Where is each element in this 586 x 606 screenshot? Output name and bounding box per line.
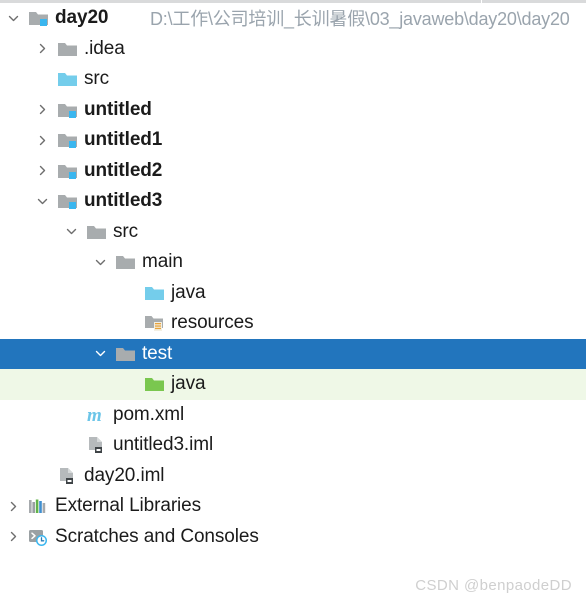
iml-file-icon bbox=[86, 435, 108, 455]
tree-label-src-untitled3: src bbox=[113, 220, 139, 242]
chevron-right-icon[interactable] bbox=[5, 529, 21, 545]
tree-label-pom: pom.xml bbox=[113, 403, 185, 425]
csdn-watermark: CSDN @benpaodeDD bbox=[415, 577, 572, 594]
tree-row-untitled3[interactable]: untitled3 bbox=[0, 186, 586, 217]
chevron-down-icon[interactable] bbox=[5, 10, 21, 26]
folder-source-blue-icon bbox=[57, 69, 79, 89]
tree-label-main-java: java bbox=[171, 281, 206, 303]
module-folder-icon bbox=[57, 130, 79, 150]
tree-row-resources[interactable]: resources bbox=[0, 308, 586, 339]
chevron-right-icon[interactable] bbox=[34, 132, 50, 148]
project-path-label: D:\工作\公司培训_长训暑假\03_javaweb\day20\day20 bbox=[150, 9, 570, 30]
tree-row-untitled2[interactable]: untitled2 bbox=[0, 156, 586, 187]
tree-label-day20-iml: day20.iml bbox=[84, 464, 165, 486]
tree-row-idea[interactable]: .idea bbox=[0, 34, 586, 65]
chevron-down-icon[interactable] bbox=[92, 346, 108, 362]
tree-row-test-java[interactable]: java bbox=[0, 369, 586, 400]
folder-test-source-green-icon bbox=[144, 374, 166, 394]
tree-row-day20[interactable]: day20 D:\工作\公司培训_长训暑假\03_javaweb\day20\da… bbox=[0, 3, 586, 34]
tree-label-resources: resources bbox=[171, 312, 254, 334]
tree-row-untitled[interactable]: untitled bbox=[0, 95, 586, 126]
folder-gray-icon bbox=[86, 222, 108, 242]
tree-label-test: test bbox=[142, 342, 173, 364]
maven-m-icon: m bbox=[86, 405, 108, 425]
folder-gray-icon bbox=[115, 252, 137, 272]
tree-label-idea: .idea bbox=[84, 37, 125, 59]
tree-row-untitled1[interactable]: untitled1 bbox=[0, 125, 586, 156]
chevron-right-icon[interactable] bbox=[34, 41, 50, 57]
chevron-right-icon[interactable] bbox=[5, 498, 21, 514]
module-folder-icon bbox=[28, 8, 50, 28]
folder-resources-icon bbox=[144, 313, 166, 333]
tree-label-untitled2: untitled2 bbox=[84, 159, 163, 181]
project-tree[interactable]: day20 D:\工作\公司培训_长训暑假\03_javaweb\day20\da… bbox=[0, 3, 586, 552]
scratches-icon bbox=[28, 527, 50, 547]
tree-label-untitled3: untitled3 bbox=[84, 190, 163, 212]
tree-row-src-untitled3[interactable]: src bbox=[0, 217, 586, 248]
chevron-down-icon[interactable] bbox=[63, 224, 79, 240]
svg-text:m: m bbox=[87, 405, 102, 425]
tree-row-day20-iml[interactable]: day20.iml bbox=[0, 461, 586, 492]
folder-gray-icon bbox=[115, 344, 137, 364]
tree-row-pom[interactable]: m pom.xml bbox=[0, 400, 586, 431]
module-folder-icon bbox=[57, 191, 79, 211]
tree-label-src-day20: src bbox=[84, 68, 110, 90]
folder-source-blue-icon bbox=[144, 283, 166, 303]
tree-row-main[interactable]: main bbox=[0, 247, 586, 278]
chevron-right-icon[interactable] bbox=[34, 102, 50, 118]
tree-row-untitled3-iml[interactable]: untitled3.iml bbox=[0, 430, 586, 461]
module-folder-icon bbox=[57, 161, 79, 181]
tree-label-day20: day20 bbox=[55, 7, 109, 29]
iml-file-icon bbox=[57, 466, 79, 486]
tree-label-main: main bbox=[142, 251, 183, 273]
project-tool-window: day20 D:\工作\公司培训_长训暑假\03_javaweb\day20\da… bbox=[0, 0, 586, 606]
chevron-down-icon[interactable] bbox=[92, 254, 108, 270]
tree-row-scratches[interactable]: Scratches and Consoles bbox=[0, 522, 586, 553]
tree-label-untitled1: untitled1 bbox=[84, 129, 163, 151]
chevron-down-icon[interactable] bbox=[34, 193, 50, 209]
tree-label-external-libraries: External Libraries bbox=[55, 495, 202, 517]
tree-label-untitled: untitled bbox=[84, 98, 152, 120]
tree-label-untitled3-iml: untitled3.iml bbox=[113, 434, 214, 456]
tree-label-test-java: java bbox=[171, 373, 206, 395]
chevron-right-icon[interactable] bbox=[34, 163, 50, 179]
folder-gray-icon bbox=[57, 39, 79, 59]
tree-row-main-java[interactable]: java bbox=[0, 278, 586, 309]
tree-label-scratches: Scratches and Consoles bbox=[55, 525, 259, 547]
tree-row-test[interactable]: test bbox=[0, 338, 586, 369]
tree-row-external-libraries[interactable]: External Libraries bbox=[0, 491, 586, 522]
module-folder-icon bbox=[57, 100, 79, 120]
libraries-icon bbox=[28, 496, 50, 516]
tree-row-src-day20[interactable]: src bbox=[0, 64, 586, 95]
